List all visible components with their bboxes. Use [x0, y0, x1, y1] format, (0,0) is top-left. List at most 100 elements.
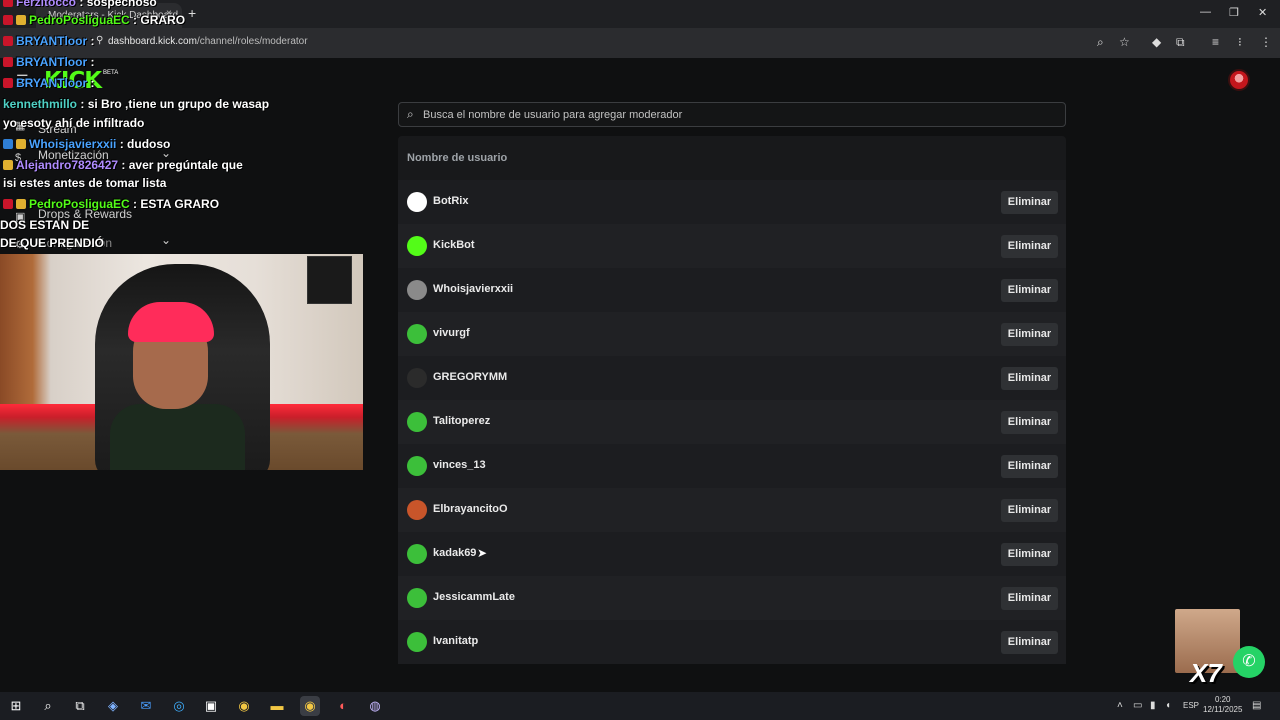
column-header-username: Nombre de usuario: [407, 152, 508, 164]
moderator-avatar: [407, 412, 427, 432]
chevron-down-icon[interactable]: ⌄: [161, 233, 171, 247]
webcam-person-body: [110, 404, 245, 470]
remove-moderator-button[interactable]: Eliminar: [1001, 367, 1058, 390]
moderator-avatar: [407, 192, 427, 212]
extension-diamond-icon[interactable]: ◆: [1152, 35, 1161, 49]
address-bar: ⚲ dashboard.kick.com/channel/roles/moder…: [0, 28, 1280, 58]
moderator-row: ElbrayancitoO Eliminar: [398, 488, 1066, 532]
moderator-row: KickBot Eliminar: [398, 224, 1066, 268]
chrome-icon[interactable]: ◉: [234, 696, 254, 716]
moderator-row: BotRix Eliminar: [398, 180, 1066, 224]
remove-moderator-button[interactable]: Eliminar: [1001, 191, 1058, 214]
moderator-username[interactable]: KickBot: [433, 239, 475, 251]
chat-message: BRYANTloor :: [3, 55, 94, 69]
moderator-row: GREGORYMM Eliminar: [398, 356, 1066, 400]
moderator-row: Ivanitatp Eliminar: [398, 620, 1066, 664]
moderator-avatar: [407, 324, 427, 344]
remove-moderator-button[interactable]: Eliminar: [1001, 455, 1058, 478]
obs-icon[interactable]: ◐: [333, 696, 353, 716]
chat-message: PedroPosliguaEC : ESTA GRARO: [3, 197, 219, 211]
remove-moderator-button[interactable]: Eliminar: [1001, 279, 1058, 302]
chat-message: BRYANTloor :: [3, 76, 94, 90]
bookmark-star-icon[interactable]: ☆: [1119, 35, 1130, 49]
file-explorer-icon[interactable]: ▬: [267, 696, 287, 716]
moderator-username[interactable]: JessicammLate: [433, 591, 515, 603]
moderators-table: Nombre de usuario BotRix Eliminar KickBot E…: [398, 136, 1066, 664]
chat-badge-icon: [3, 160, 13, 170]
user-avatar[interactable]: [1228, 69, 1250, 91]
moderator-avatar: [407, 456, 427, 476]
moderator-username[interactable]: BotRix: [433, 195, 468, 207]
chat-message: BRYANTloor :: [3, 34, 94, 48]
minimize-icon[interactable]: —: [1200, 6, 1211, 18]
remove-moderator-button[interactable]: Eliminar: [1001, 411, 1058, 434]
zoom-icon[interactable]: ⌕: [1097, 35, 1104, 50]
chat-message: isi estes antes de tomar lista: [3, 176, 167, 190]
taskbar-search-icon[interactable]: ⌕: [38, 696, 58, 716]
chat-message: PedroPosliguaEC : GRARO: [3, 13, 185, 27]
webcam-overlay: [0, 254, 363, 470]
moderator-username[interactable]: kadak69: [433, 547, 476, 559]
remove-moderator-button[interactable]: Eliminar: [1001, 499, 1058, 522]
copilot-icon[interactable]: ◈: [103, 696, 123, 716]
tray-network-icon[interactable]: ▭: [1133, 700, 1142, 711]
tray-volume-icon[interactable]: ◖: [1165, 700, 1171, 711]
chat-message: Ferzitocco : sospechoso: [3, 0, 157, 9]
webcam-poster: [307, 256, 352, 304]
moderator-username[interactable]: vivurgf: [433, 327, 470, 339]
close-window-icon[interactable]: ✕: [1258, 6, 1267, 19]
moderator-username[interactable]: Talitoperez: [433, 415, 490, 427]
profile-icon[interactable]: ⁝: [1238, 35, 1242, 49]
moderator-username[interactable]: Ivanitatp: [433, 635, 478, 647]
moderator-search-input[interactable]: [423, 106, 1043, 124]
remove-moderator-button[interactable]: Eliminar: [1001, 631, 1058, 654]
extensions-puzzle-icon[interactable]: ⧉: [1176, 35, 1185, 50]
restore-icon[interactable]: ❐: [1229, 6, 1239, 19]
chat-badge-icon: [3, 15, 13, 25]
outlook-icon[interactable]: ✉: [136, 696, 156, 716]
chrome-active-icon[interactable]: ◉: [300, 696, 320, 716]
moderator-username[interactable]: Whoisjavierxxii: [433, 283, 513, 295]
notifications-icon[interactable]: ▤: [1252, 700, 1261, 711]
new-tab-button[interactable]: +: [188, 5, 196, 21]
clock[interactable]: 0:20 12/11/2025: [1203, 695, 1242, 715]
remove-moderator-button[interactable]: Eliminar: [1001, 587, 1058, 610]
moderator-row: vinces_13 Eliminar: [398, 444, 1066, 488]
media-control-icon[interactable]: ≡: [1212, 35, 1219, 49]
whatsapp-icon[interactable]: ✆: [1233, 646, 1265, 678]
chat-message: yo esoty ahí de infiltrado: [3, 116, 145, 130]
url-field[interactable]: dashboard.kick.com/channel/roles/moderat…: [108, 36, 308, 47]
chat-badge-icon: [3, 0, 13, 7]
moderator-row: JessicammLate Eliminar: [398, 576, 1066, 620]
moderator-avatar: [407, 280, 427, 300]
moderator-username[interactable]: ElbrayancitoO: [433, 503, 508, 515]
clock-date: 12/11/2025: [1203, 705, 1243, 714]
chat-badge-icon: [3, 139, 13, 149]
moderator-row: vivurgf Eliminar: [398, 312, 1066, 356]
site-info-icon[interactable]: ⚲: [96, 35, 103, 46]
browser-tab-bar: Moderators - Kick Dashboard × + — ❐ ✕: [0, 0, 1280, 28]
tray-battery-icon[interactable]: ▮: [1150, 700, 1156, 711]
chat-message: DE QUE PRENDIÓ: [0, 236, 105, 250]
moderator-avatar: [407, 236, 427, 256]
input-language[interactable]: ESP: [1183, 701, 1199, 710]
moderator-username[interactable]: vinces_13: [433, 459, 486, 471]
moderator-avatar: [407, 500, 427, 520]
url-path: /channel/roles/moderator: [196, 36, 308, 47]
chat-badge-icon: [16, 15, 26, 25]
moderator-username[interactable]: GREGORYMM: [433, 371, 507, 383]
browser-menu-icon[interactable]: ⋮: [1260, 35, 1272, 49]
remove-moderator-button[interactable]: Eliminar: [1001, 323, 1058, 346]
edge-icon[interactable]: ◎: [169, 696, 189, 716]
app-icon[interactable]: ◍: [365, 696, 385, 716]
remove-moderator-button[interactable]: Eliminar: [1001, 543, 1058, 566]
remove-moderator-button[interactable]: Eliminar: [1001, 235, 1058, 258]
tray-chevron-icon[interactable]: ˄: [1117, 700, 1123, 711]
chat-message: Alejandro7826427 : aver pregúntale que: [3, 158, 243, 172]
chat-badge-icon: [16, 199, 26, 209]
windows-start-icon[interactable]: ⊞: [6, 696, 26, 716]
moderator-avatar: [407, 544, 427, 564]
task-view-icon[interactable]: ⧉: [70, 696, 90, 716]
moderator-search-box[interactable]: ⌕: [398, 102, 1066, 127]
store-icon[interactable]: ▣: [201, 696, 221, 716]
